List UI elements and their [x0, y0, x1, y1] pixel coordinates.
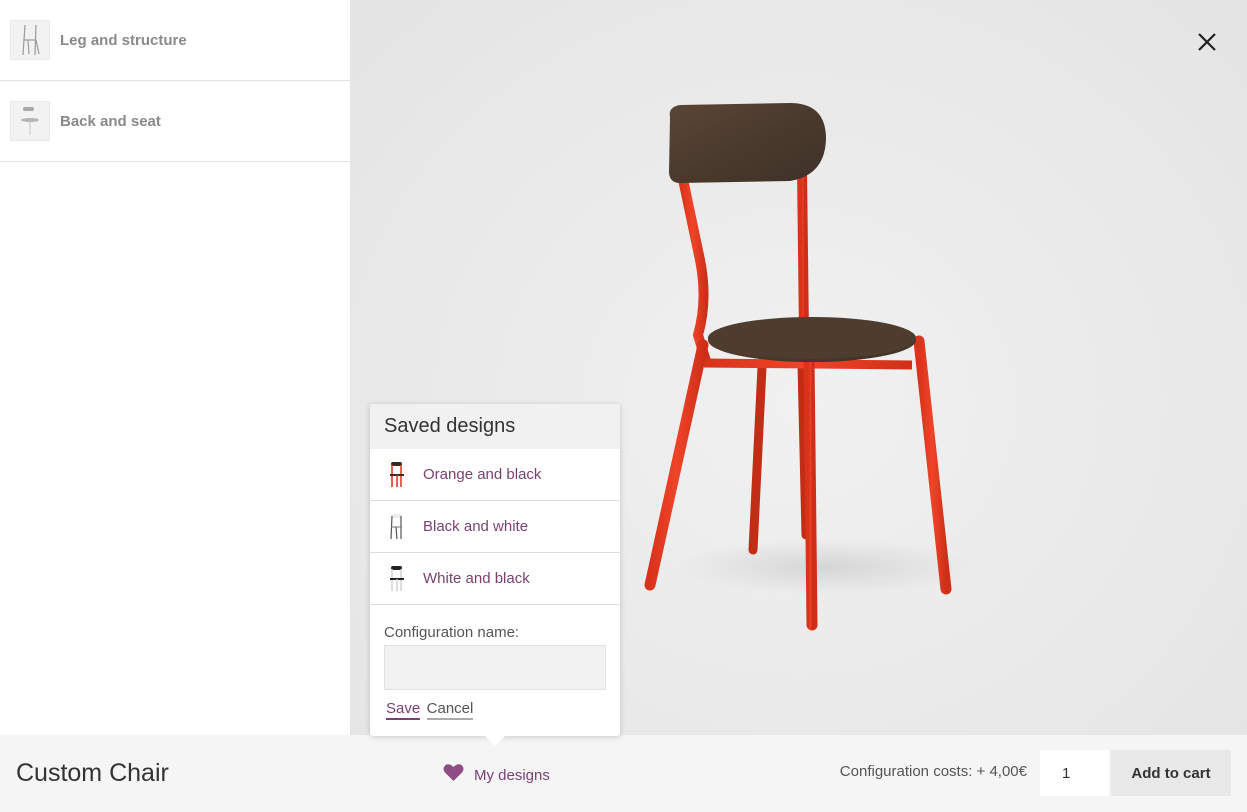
- saved-design-white-and-black[interactable]: White and black: [370, 553, 620, 605]
- my-designs-label: My designs: [474, 766, 550, 784]
- chair-back-seat-icon: [10, 101, 50, 141]
- layers-sidebar: Leg and structure Back and seat: [0, 0, 350, 735]
- layer-label: Back and seat: [60, 112, 161, 130]
- chair-black-white-icon: [386, 512, 408, 542]
- layer-label: Leg and structure: [60, 31, 187, 49]
- quantity-input[interactable]: [1040, 750, 1109, 796]
- saved-design-label: Orange and black: [423, 466, 542, 483]
- close-icon[interactable]: [1195, 30, 1219, 54]
- cancel-button[interactable]: Cancel: [426, 700, 474, 720]
- saved-design-orange-and-black[interactable]: Orange and black: [370, 449, 620, 501]
- save-design-form: Configuration name: Save Cancel: [370, 605, 620, 736]
- saved-design-black-and-white[interactable]: Black and white: [370, 501, 620, 553]
- configuration-name-label: Configuration name:: [384, 624, 520, 641]
- chair-3d-model[interactable]: [640, 95, 980, 645]
- popup-arrow: [484, 735, 506, 746]
- add-to-cart-button[interactable]: Add to cart: [1111, 750, 1231, 796]
- chair-orange-black-icon: [386, 460, 408, 490]
- my-designs-button[interactable]: My designs: [443, 763, 550, 787]
- chair-white-black-icon: [386, 564, 408, 594]
- product-name: Custom Chair: [16, 759, 169, 787]
- footer-bar: Custom Chair My designs Configuration co…: [0, 735, 1247, 812]
- saved-designs-popup: Saved designs Orange and black Black and…: [370, 404, 620, 746]
- layer-item-leg-and-structure[interactable]: Leg and structure: [0, 0, 350, 81]
- chair-structure-icon: [10, 20, 50, 60]
- save-button[interactable]: Save: [386, 700, 421, 720]
- saved-design-label: White and black: [423, 570, 530, 587]
- layer-item-back-and-seat[interactable]: Back and seat: [0, 81, 350, 162]
- popup-title: Saved designs: [370, 404, 620, 449]
- configuration-cost: Configuration costs: + 4,00€: [839, 763, 1027, 780]
- saved-design-label: Black and white: [423, 518, 529, 535]
- configuration-name-input[interactable]: [384, 645, 606, 690]
- form-actions: Save Cancel: [384, 700, 606, 720]
- heart-icon: [443, 763, 464, 787]
